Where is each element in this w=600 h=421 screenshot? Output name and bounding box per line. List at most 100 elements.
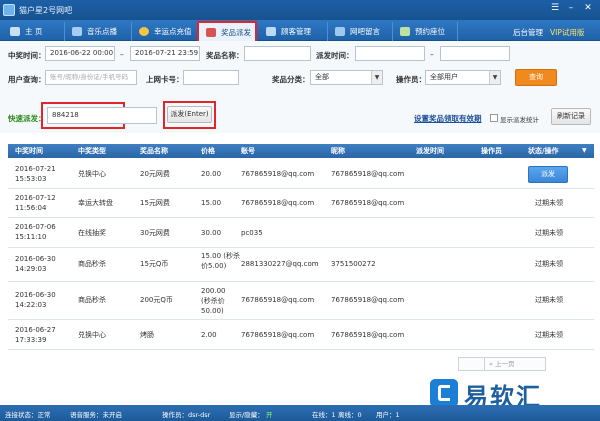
window-title: 猫户星2号网吧 xyxy=(19,6,73,15)
tab-customer[interactable]: 顾客管理 xyxy=(259,22,328,41)
show-hide-label: 显示/隐藏： xyxy=(229,411,264,419)
column-header: 奖品名称 xyxy=(140,147,168,155)
category-label: 奖品分类： xyxy=(272,75,310,84)
table-row[interactable]: 2016-07-21 15:53:03 兑换中心 20元网费 20.00 767… xyxy=(8,160,594,189)
dispatch-to-input[interactable] xyxy=(440,46,510,61)
dispatch-from-input[interactable] xyxy=(355,46,425,61)
music-icon xyxy=(72,27,82,36)
tab-music[interactable]: 音乐点播 xyxy=(65,22,132,41)
tab-prize-dispatch[interactable]: 奖品派发 xyxy=(197,21,257,41)
minimize-icon[interactable]: – xyxy=(564,2,578,14)
column-header: 派发时间 xyxy=(416,147,444,155)
account: 767865918@qq.com xyxy=(241,199,315,207)
table-row[interactable]: 2016-07-12 11:56:04 幸运大转盘 15元网费 15.00 76… xyxy=(8,189,594,218)
prize-name: 15元Q币 xyxy=(140,260,169,268)
column-header: 价格 xyxy=(201,147,215,155)
watermark-logo-icon xyxy=(430,379,458,407)
online-count: 在线：1 xyxy=(312,411,336,419)
pager: « 上一页 xyxy=(458,357,546,371)
seat-icon xyxy=(400,27,410,36)
nickname: 767865918@qq.com xyxy=(331,199,405,207)
tab-label: 预约座位 xyxy=(415,27,445,36)
validity-settings-link[interactable]: 设置奖品领取有效期 xyxy=(414,113,482,124)
chevron-down-icon: ▼ xyxy=(371,71,382,84)
voice-status: 语音服务：未开启 xyxy=(70,411,122,419)
category-value: 全部 xyxy=(315,73,329,81)
prize-name: 20元网费 xyxy=(140,170,170,178)
prize-name-input[interactable] xyxy=(244,46,311,61)
sort-arrow-icon[interactable]: ▼ xyxy=(582,144,587,158)
prev-page-button[interactable]: « 上一页 xyxy=(489,358,515,370)
tab-message[interactable]: 网吧留言 xyxy=(328,22,393,41)
card-number-input[interactable] xyxy=(183,70,239,85)
home-icon xyxy=(10,27,20,36)
date-dash: – xyxy=(430,50,434,59)
main-nav: 主 页 音乐点播 幸运点充值 奖品派发 顾客管理 网吧留言 预约座位 后台管理 … xyxy=(0,20,600,41)
refresh-button[interactable]: 刷新记录 xyxy=(551,108,591,125)
prize-name-label: 奖品名称： xyxy=(206,51,244,60)
account: 2881330227@qq.com xyxy=(241,260,319,268)
user-query-input[interactable]: 账号/昵称/身份证/手机号码 xyxy=(45,70,137,85)
price: 2.00 xyxy=(201,331,217,339)
dispatch-row-button[interactable]: 派发 xyxy=(528,166,568,183)
tab-label: 幸运点充值 xyxy=(154,27,192,36)
prize-name: 30元网费 xyxy=(140,229,170,237)
category-select[interactable]: 全部 ▼ xyxy=(310,70,383,85)
account: 767865918@qq.com xyxy=(241,170,315,178)
card-number-label: 上网卡号： xyxy=(146,75,184,84)
nickname: 3751500272 xyxy=(331,260,376,268)
win-time: 15:11:10 xyxy=(15,233,47,241)
chevron-down-icon: ▼ xyxy=(489,71,500,84)
tab-home[interactable]: 主 页 xyxy=(3,22,65,41)
app-logo xyxy=(3,4,15,16)
table-row[interactable]: 2016-06-27 17:33:39 兑换中心 烤肠 2.00 7678659… xyxy=(8,320,594,350)
table-header: 中奖时间 中奖类型 奖品名称 价格 账号 昵称 派发时间 操作员 状态/操作 ▼ xyxy=(8,144,594,158)
coin-icon xyxy=(139,27,149,36)
date-to-input[interactable]: 2016-07-21 23:59 xyxy=(130,46,200,61)
column-header: 昵称 xyxy=(331,147,345,155)
operator-select[interactable]: 全部用户 ▼ xyxy=(425,70,501,85)
first-page-button[interactable] xyxy=(463,358,485,370)
price: 15.00 xyxy=(201,199,222,207)
query-button[interactable]: 查询 xyxy=(515,69,557,86)
column-header: 中奖类型 xyxy=(78,147,106,155)
win-time: 14:29:03 xyxy=(15,265,47,273)
date-dash: – xyxy=(120,50,124,59)
column-header: 状态/操作 xyxy=(528,147,559,155)
win-type: 兑换中心 xyxy=(78,331,106,339)
quick-code-input[interactable]: 884218 xyxy=(47,107,157,124)
win-date: 2016-07-21 xyxy=(15,165,56,173)
table-row[interactable]: 2016-06-30 14:29:03 商品秒杀 15元Q币 15.00 (秒杀… xyxy=(8,248,594,282)
message-icon xyxy=(335,27,345,36)
date-from-input[interactable]: 2016-06-22 00:00 xyxy=(45,46,115,61)
backend-link[interactable]: 后台管理 xyxy=(513,27,543,38)
user-count: 用户：1 xyxy=(376,411,400,419)
win-time: 17:33:39 xyxy=(15,336,47,344)
account: 767865918@qq.com xyxy=(241,296,315,304)
price: 30.00 xyxy=(201,229,222,237)
win-date: 2016-06-30 xyxy=(15,255,56,263)
filter-panel: 中奖时间： 2016-06-22 00:00 – 2016-07-21 23:5… xyxy=(0,41,600,133)
show-stats-checkbox[interactable] xyxy=(490,114,498,122)
tab-reserve-seat[interactable]: 预约座位 xyxy=(393,22,458,41)
price: 200.00 (秒杀价50.00) xyxy=(201,287,226,315)
win-type: 幸运大转盘 xyxy=(78,199,113,207)
close-icon[interactable]: ✕ xyxy=(581,2,595,14)
status-text: 过期未领 xyxy=(535,260,563,268)
win-time: 15:53:03 xyxy=(15,175,47,183)
table-row[interactable]: 2016-07-06 15:11:10 在线抽奖 30元网费 30.00 pc0… xyxy=(8,218,594,248)
title-bar: 猫户星2号网吧 ☰ – ✕ xyxy=(0,0,600,20)
vip-link[interactable]: VIP试用版 xyxy=(550,27,584,38)
win-time: 14:22:03 xyxy=(15,301,47,309)
menu-icon[interactable]: ☰ xyxy=(548,2,562,14)
show-hide-value[interactable]: 开 xyxy=(266,409,273,419)
operator-status: 操作员：dsr-dsr xyxy=(162,411,211,419)
price: 15.00 (秒杀价5.00) xyxy=(201,252,240,270)
table-row[interactable]: 2016-06-30 14:22:03 商品秒杀 200元Q币 200.00 (… xyxy=(8,282,594,320)
prize-name: 200元Q币 xyxy=(140,296,173,304)
nickname: 767865918@qq.com xyxy=(331,170,405,178)
connection-status: 连接状态：正常 xyxy=(5,411,51,419)
tab-lucky-recharge[interactable]: 幸运点充值 xyxy=(132,22,198,41)
status-text: 过期未领 xyxy=(535,229,563,237)
dispatch-enter-button[interactable]: 派发(Enter) xyxy=(167,106,212,123)
